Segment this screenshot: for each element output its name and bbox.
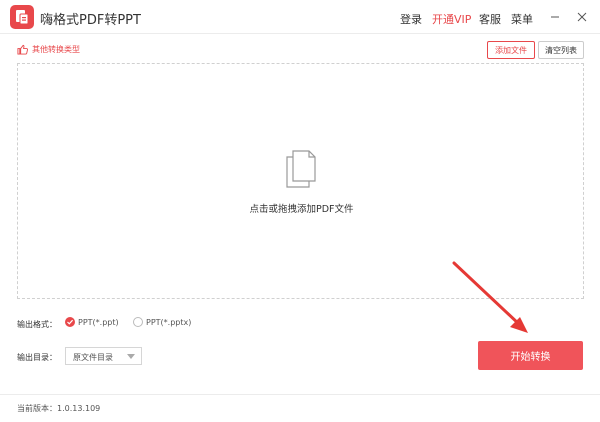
format-option-ppt-label: PPT(*.ppt)	[78, 317, 119, 327]
close-button[interactable]	[575, 10, 589, 24]
app-title: 嗨格式PDF转PPT	[40, 13, 141, 28]
status-bar: 当前版本：1.0.13.109	[0, 394, 600, 422]
minimize-icon	[551, 16, 559, 18]
output-directory-select[interactable]: 原文件目录	[65, 347, 142, 365]
format-option-ppt[interactable]: PPT(*.ppt)	[65, 317, 119, 327]
version-text: 当前版本：1.0.13.109	[17, 404, 101, 413]
radio-unchecked-icon	[133, 317, 143, 327]
output-format-label: 输出格式：	[17, 320, 57, 329]
format-option-pptx[interactable]: PPT(*.pptx)	[133, 317, 191, 327]
drop-hint-text: 点击或拖拽添加PDF文件	[249, 204, 354, 215]
start-conversion-button[interactable]: 开始转换	[478, 341, 583, 370]
add-file-button[interactable]: 添加文件	[487, 41, 535, 59]
output-directory-label: 输出目录：	[17, 353, 57, 362]
support-link[interactable]: 客服	[479, 11, 501, 27]
thumbs-up-icon	[17, 44, 28, 55]
minimize-button[interactable]	[548, 10, 562, 24]
clear-list-button[interactable]: 清空列表	[538, 41, 584, 59]
radio-checked-icon	[65, 317, 75, 327]
document-stack-icon	[286, 150, 316, 188]
close-icon	[577, 12, 587, 22]
other-conversion-types-label: 其他转换类型	[32, 45, 80, 54]
app-logo-icon	[10, 5, 34, 29]
format-option-pptx-label: PPT(*.pptx)	[146, 317, 192, 327]
login-link[interactable]: 登录	[400, 11, 422, 27]
menu-link[interactable]: 菜单	[511, 11, 533, 27]
annotation-arrow-icon	[452, 261, 528, 333]
chevron-down-icon	[127, 354, 135, 359]
vip-link[interactable]: 开通VIP	[432, 11, 471, 27]
output-directory-value: 原文件目录	[73, 353, 113, 362]
title-bar: 嗨格式PDF转PPT 登录 开通VIP 客服 菜单	[0, 0, 600, 34]
other-conversion-types-link[interactable]: 其他转换类型	[17, 44, 80, 55]
